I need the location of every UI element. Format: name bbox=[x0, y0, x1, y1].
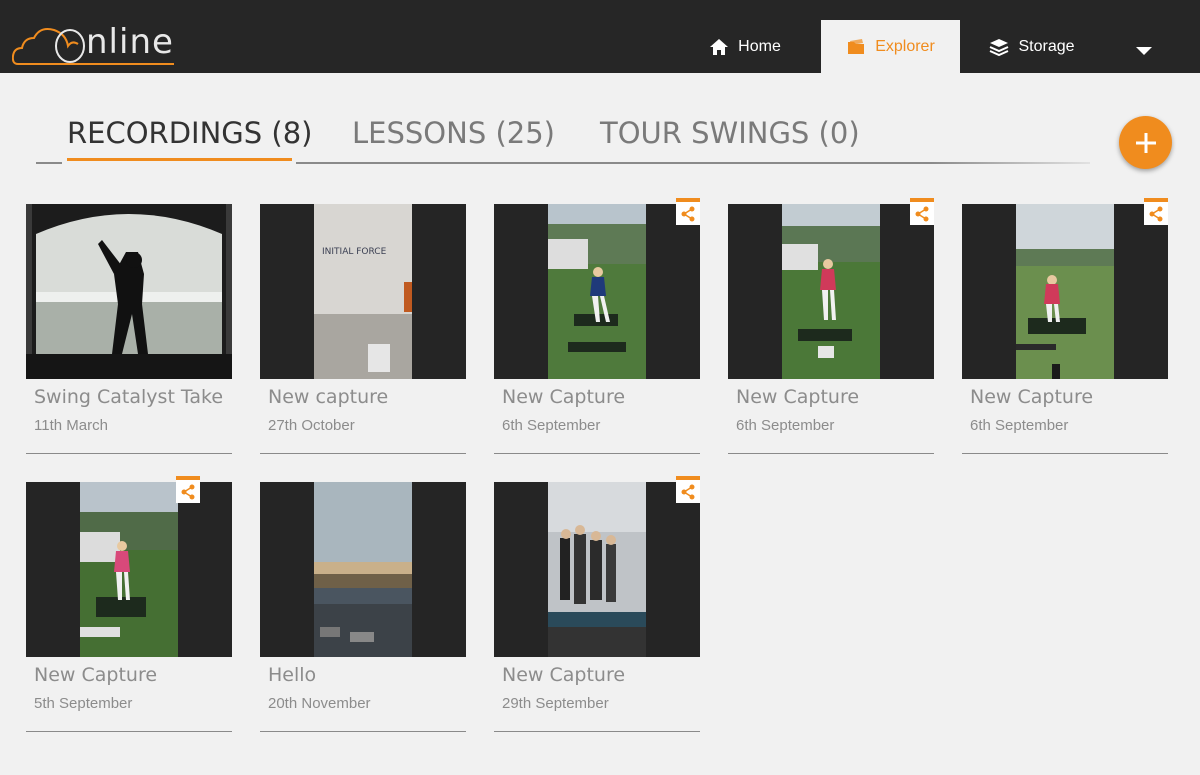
recording-card[interactable]: New Capture 6th September bbox=[962, 198, 1168, 455]
nav-storage-label: Storage bbox=[1018, 37, 1075, 55]
nav-home[interactable]: Home bbox=[690, 20, 800, 73]
share-icon bbox=[681, 206, 695, 221]
nav-home-label: Home bbox=[738, 37, 781, 55]
layers-icon bbox=[990, 38, 1009, 56]
recording-thumbnail[interactable] bbox=[26, 204, 232, 379]
card-divider bbox=[260, 453, 466, 454]
recording-thumbnail[interactable] bbox=[962, 204, 1168, 379]
tab-recordings[interactable]: RECORDINGS (8) bbox=[67, 116, 312, 150]
recording-thumbnail[interactable] bbox=[494, 204, 700, 379]
card-divider bbox=[728, 453, 934, 454]
recording-title: New capture bbox=[268, 386, 389, 408]
logo-text: nline bbox=[86, 22, 174, 62]
menu-dropdown[interactable] bbox=[1128, 36, 1160, 66]
recording-title: New Capture bbox=[34, 664, 158, 686]
home-icon bbox=[710, 38, 729, 55]
nav-storage[interactable]: Storage bbox=[972, 20, 1092, 73]
recording-date: 29th September bbox=[502, 695, 609, 712]
share-icon bbox=[681, 484, 695, 499]
recording-thumbnail[interactable] bbox=[728, 204, 934, 379]
recording-card[interactable]: New Capture 5th September bbox=[26, 476, 232, 733]
nav-explorer[interactable]: Explorer bbox=[821, 20, 960, 73]
card-divider bbox=[26, 731, 232, 732]
card-divider bbox=[26, 453, 232, 454]
recording-date: 6th September bbox=[736, 417, 835, 434]
recording-title: Swing Catalyst Take bbox=[34, 386, 224, 408]
share-icon bbox=[181, 484, 195, 499]
recording-card[interactable]: New Capture 29th September bbox=[494, 476, 700, 733]
add-recording-button[interactable] bbox=[1119, 116, 1172, 169]
recording-date: 27th October bbox=[268, 417, 355, 434]
recording-title: New Capture bbox=[970, 386, 1094, 408]
tabs-divider-right bbox=[296, 162, 1090, 164]
nav-explorer-label: Explorer bbox=[875, 37, 935, 55]
recording-date: 5th September bbox=[34, 695, 133, 712]
app-logo[interactable]: nline bbox=[12, 18, 182, 68]
share-button[interactable] bbox=[910, 198, 934, 225]
recording-title: New Capture bbox=[502, 386, 626, 408]
recording-date: 20th November bbox=[268, 695, 371, 712]
recording-card[interactable]: INITIAL FORCE New capture 27th October bbox=[260, 204, 466, 455]
card-divider bbox=[962, 453, 1168, 454]
recording-card[interactable]: Hello 20th November bbox=[260, 482, 466, 733]
tab-lessons[interactable]: LESSONS (25) bbox=[352, 116, 555, 150]
share-button[interactable] bbox=[176, 476, 200, 503]
recording-thumbnail[interactable] bbox=[260, 482, 466, 657]
card-divider bbox=[260, 731, 466, 732]
share-button[interactable] bbox=[676, 476, 700, 503]
recording-title: New Capture bbox=[502, 664, 626, 686]
tabs-divider-left bbox=[36, 162, 62, 164]
recording-card[interactable]: New Capture 6th September bbox=[494, 198, 700, 455]
folder-icon bbox=[848, 38, 865, 54]
recording-card[interactable]: New Capture 6th September bbox=[728, 198, 934, 455]
recording-thumbnail[interactable] bbox=[494, 482, 700, 657]
recording-date: 6th September bbox=[970, 417, 1069, 434]
share-button[interactable] bbox=[676, 198, 700, 225]
recording-thumbnail[interactable]: INITIAL FORCE bbox=[260, 204, 466, 379]
recording-thumbnail[interactable] bbox=[26, 482, 232, 657]
tab-tour-swings[interactable]: TOUR SWINGS (0) bbox=[600, 116, 860, 150]
recording-date: 6th September bbox=[502, 417, 601, 434]
recording-card[interactable]: Swing Catalyst Take 11th March bbox=[26, 204, 232, 455]
recording-date: 11th March bbox=[34, 417, 108, 434]
chevron-down-icon bbox=[1136, 47, 1152, 55]
share-icon bbox=[1149, 206, 1163, 221]
recording-title: New Capture bbox=[736, 386, 860, 408]
active-tab-indicator bbox=[67, 158, 292, 161]
thumbnail-sign-text: INITIAL FORCE bbox=[322, 247, 387, 257]
recording-title: Hello bbox=[268, 664, 317, 686]
plus-icon bbox=[1135, 132, 1156, 153]
top-bar: nline Home Explorer Storage bbox=[0, 0, 1200, 73]
share-button[interactable] bbox=[1144, 198, 1168, 225]
card-divider bbox=[494, 731, 700, 732]
card-divider bbox=[494, 453, 700, 454]
share-icon bbox=[915, 206, 929, 221]
